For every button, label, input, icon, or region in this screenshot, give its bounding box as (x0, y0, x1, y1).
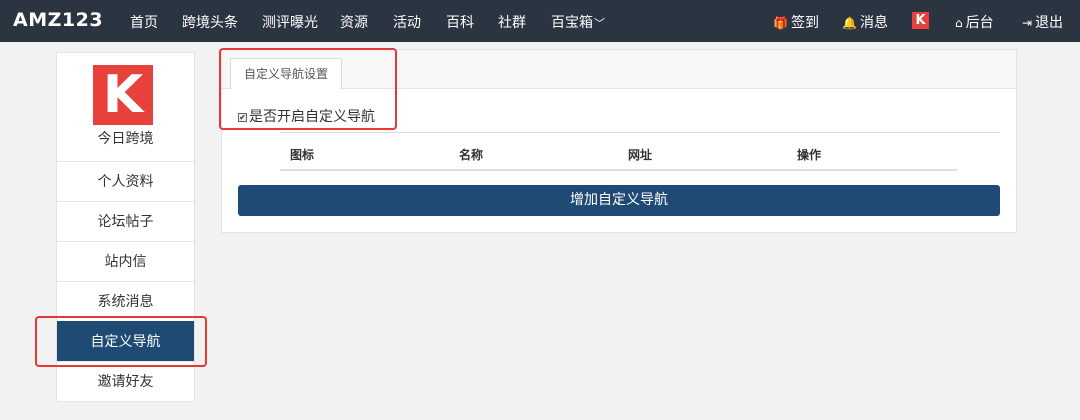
bell-icon: 🔔 (842, 16, 857, 30)
logout-link[interactable]: ⇥ 退出 (1022, 12, 1063, 32)
messages-link[interactable]: 🔔 消息 (842, 12, 888, 32)
nav-item-wiki[interactable]: 百科 (446, 12, 474, 32)
messages-label: 消息 (859, 15, 888, 31)
add-custom-nav-button[interactable]: 增加自定义导航 (238, 185, 1000, 216)
column-header-name: 名称 (459, 148, 484, 162)
column-header-url: 网址 (628, 148, 653, 162)
backend-label: 后台 (965, 15, 994, 31)
nav-item-toolbox[interactable]: 百宝箱﹀ (551, 12, 605, 32)
top-navbar: AMZ123 首页 跨境头条 测评曝光 资源 活动 百科 社群 百宝箱﹀ 🎁 签到… (0, 0, 1080, 42)
backend-link[interactable]: ⌂ 后台 (955, 12, 994, 32)
sidebar-item-inbox[interactable]: 站内信 (57, 241, 194, 281)
logout-label: 退出 (1035, 15, 1064, 31)
highlight-box-settings (219, 48, 397, 130)
logout-icon: ⇥ (1022, 16, 1033, 30)
highlight-box-sidebar (35, 316, 207, 367)
user-k-badge[interactable]: K (912, 12, 929, 29)
sidebar-item-profile[interactable]: 个人资料 (57, 161, 194, 201)
nav-item-events[interactable]: 活动 (393, 12, 421, 32)
column-header-actions: 操作 (797, 148, 822, 162)
checkin-link[interactable]: 🎁 签到 (773, 12, 819, 32)
chevron-down-icon: ﹀ (594, 17, 605, 30)
site-logo: K (93, 65, 153, 125)
checkin-label: 签到 (790, 15, 819, 31)
nav-item-home[interactable]: 首页 (130, 12, 158, 32)
home-icon: ⌂ (955, 16, 963, 30)
sidebar-item-forum-posts[interactable]: 论坛帖子 (57, 201, 194, 241)
brand-logo[interactable]: AMZ123 (13, 9, 103, 31)
site-name: 今日跨境 (97, 131, 154, 147)
nav-item-community[interactable]: 社群 (498, 12, 526, 32)
sidebar-item-system-messages[interactable]: 系统消息 (57, 281, 194, 321)
nav-item-reviews[interactable]: 测评曝光 (262, 12, 318, 32)
column-header-icon: 图标 (290, 148, 315, 162)
toolbox-label: 百宝箱 (551, 15, 593, 31)
gift-icon: 🎁 (773, 16, 788, 30)
nav-item-resources[interactable]: 资源 (340, 12, 368, 32)
sidebar-item-invite-friends[interactable]: 邀请好友 (57, 361, 194, 401)
table-top-divider (280, 132, 1000, 133)
nav-table-header: 图标 名称 网址 操作 (280, 134, 957, 171)
nav-item-headlines[interactable]: 跨境头条 (182, 12, 238, 32)
